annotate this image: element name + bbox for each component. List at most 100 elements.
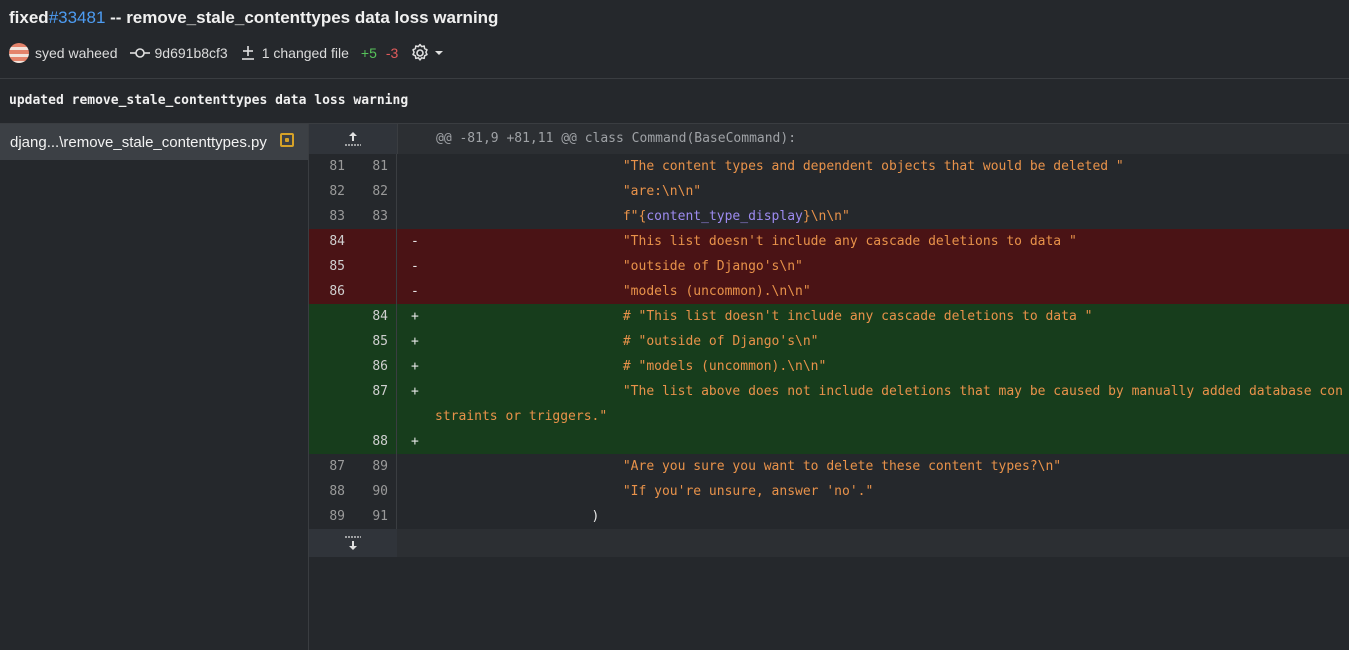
commit-meta: syed waheed 9d691b8cf3 1 changed file +5… bbox=[9, 42, 444, 64]
diff-line-ctx: 88 90 "If you're unsure, answer 'no'." bbox=[309, 479, 1349, 504]
diff-line-ctx: 81 81 "The content types and dependent ob… bbox=[309, 154, 1349, 179]
diff-sign: + bbox=[411, 334, 419, 349]
commit-message-bar: updated remove_stale_contenttypes data l… bbox=[0, 79, 1349, 124]
old-line-number: 82 bbox=[329, 184, 345, 199]
diff-line-add: 87 + "The list above does not include del… bbox=[309, 379, 1349, 429]
expand-down-icon bbox=[345, 536, 361, 550]
new-line-number: 91 bbox=[353, 504, 397, 529]
commit-message: updated remove_stale_contenttypes data l… bbox=[9, 93, 409, 108]
new-line-number: 84 bbox=[353, 304, 397, 329]
diff-sign: + bbox=[411, 309, 419, 324]
code-variable: content_type_display bbox=[646, 209, 803, 224]
diff-sign bbox=[397, 179, 435, 204]
diff-sign bbox=[397, 479, 435, 504]
code-text: "The list above does not include deletio… bbox=[435, 384, 1343, 424]
additions-count: +5 bbox=[360, 45, 377, 61]
diff-rows: 81 81 "The content types and dependent ob… bbox=[309, 154, 1349, 529]
diff-line-ctx: 83 83 f"{content_type_display}\n\n" bbox=[309, 204, 1349, 229]
diff-sign bbox=[397, 504, 435, 529]
old-line-number: 87 bbox=[329, 459, 345, 474]
new-line-number: 90 bbox=[353, 479, 397, 504]
commit-title: fixed#33481 -- remove_stale_contenttypes… bbox=[9, 8, 498, 28]
old-line-number: 89 bbox=[329, 509, 345, 524]
code-text: # "models (uncommon).\n\n" bbox=[435, 359, 827, 374]
diff-line-ctx: 82 82 "are:\n\n" bbox=[309, 179, 1349, 204]
deletions-count: -3 bbox=[385, 45, 399, 61]
hunk-header-row: @@ -81,9 +81,11 @@ class Command(BaseCom… bbox=[309, 124, 1349, 154]
code-text: "If you're unsure, answer 'no'." bbox=[435, 484, 874, 499]
diff-sign bbox=[397, 454, 435, 479]
new-line-number: 87 bbox=[353, 379, 397, 429]
new-line-number: 82 bbox=[353, 179, 397, 204]
diff-file-icon bbox=[241, 45, 254, 61]
old-line-number bbox=[309, 354, 353, 379]
diff-sign: + bbox=[411, 434, 419, 449]
expand-down-row bbox=[309, 529, 1349, 557]
code-text: ) bbox=[435, 509, 600, 524]
chevron-down-icon bbox=[434, 50, 444, 56]
new-line-number bbox=[353, 229, 397, 254]
new-line-number: 81 bbox=[353, 154, 397, 179]
old-line-number bbox=[309, 329, 353, 354]
diff-line-add: 88 + bbox=[309, 429, 1349, 454]
code-text: "The content types and dependent objects… bbox=[435, 159, 1124, 174]
old-line-number: 88 bbox=[329, 484, 345, 499]
file-list-sidebar: djang...\remove_stale_contenttypes.py bbox=[0, 124, 309, 650]
new-line-number: 85 bbox=[353, 329, 397, 354]
diff-line-add: 85 + # "outside of Django's\n" bbox=[309, 329, 1349, 354]
issue-link[interactable]: #33481 bbox=[49, 8, 106, 27]
new-line-number: 88 bbox=[353, 429, 397, 454]
title-prefix: fixed bbox=[9, 8, 49, 27]
code-text: "This list doesn't include any cascade d… bbox=[435, 234, 1077, 249]
diff-sign: - bbox=[411, 259, 419, 274]
settings-button[interactable] bbox=[410, 43, 444, 63]
diff-sign: - bbox=[411, 234, 419, 249]
changed-files-count: 1 changed file bbox=[261, 45, 349, 61]
old-line-number: 86 bbox=[309, 279, 353, 304]
file-list-item[interactable]: djang...\remove_stale_contenttypes.py bbox=[0, 124, 308, 160]
new-line-number: 89 bbox=[353, 454, 397, 479]
diff-sign bbox=[397, 204, 435, 229]
diff-line-del: 84 - "This list doesn't include any casca… bbox=[309, 229, 1349, 254]
diff-line-add: 86 + # "models (uncommon).\n\n" bbox=[309, 354, 1349, 379]
file-name: djang...\remove_stale_contenttypes.py bbox=[10, 133, 267, 151]
code-text: "outside of Django's\n" bbox=[435, 259, 803, 274]
diff-sign: - bbox=[411, 284, 419, 299]
diff-line-ctx: 89 91 ) bbox=[309, 504, 1349, 529]
code-segment: }\n\n" bbox=[802, 209, 850, 224]
old-line-number bbox=[309, 304, 353, 329]
commit-hash[interactable]: 9d691b8cf3 bbox=[155, 45, 228, 61]
commit-header: fixed#33481 -- remove_stale_contenttypes… bbox=[0, 0, 1349, 79]
code-text: "models (uncommon).\n\n" bbox=[435, 284, 811, 299]
expand-up-icon bbox=[345, 132, 361, 146]
code-text: # "outside of Django's\n" bbox=[435, 334, 819, 349]
old-line-number: 85 bbox=[309, 254, 353, 279]
code-text: "Are you sure you want to delete these c… bbox=[435, 459, 1062, 474]
code-segment: f"{ bbox=[435, 209, 647, 224]
diff-sign bbox=[397, 154, 435, 179]
modified-file-icon bbox=[280, 133, 294, 147]
old-line-number bbox=[309, 379, 353, 429]
new-line-number bbox=[353, 254, 397, 279]
gear-icon bbox=[410, 43, 430, 63]
code-text: "are:\n\n" bbox=[435, 184, 702, 199]
old-line-number: 83 bbox=[329, 209, 345, 224]
diff-line-ctx: 87 89 "Are you sure you want to delete th… bbox=[309, 454, 1349, 479]
expand-up-button[interactable] bbox=[309, 124, 398, 154]
author-name[interactable]: syed waheed bbox=[35, 45, 118, 61]
diff-line-del: 86 - "models (uncommon).\n\n" bbox=[309, 279, 1349, 304]
expand-down-button[interactable] bbox=[309, 529, 397, 557]
commit-icon bbox=[129, 47, 150, 59]
hunk-header-text: @@ -81,9 +81,11 @@ class Command(BaseCom… bbox=[436, 131, 797, 146]
diff-line-del: 85 - "outside of Django's\n" bbox=[309, 254, 1349, 279]
old-line-number: 84 bbox=[309, 229, 353, 254]
diff-line-add: 84 + # "This list doesn't include any cas… bbox=[309, 304, 1349, 329]
diff-sign: + bbox=[411, 384, 419, 399]
code-text: f"{content_type_display}\n\n" bbox=[435, 204, 1349, 229]
title-rest: -- remove_stale_contenttypes data loss w… bbox=[105, 8, 499, 27]
new-line-number: 86 bbox=[353, 354, 397, 379]
avatar bbox=[9, 43, 29, 63]
old-line-number: 81 bbox=[329, 159, 345, 174]
new-line-number: 83 bbox=[353, 204, 397, 229]
